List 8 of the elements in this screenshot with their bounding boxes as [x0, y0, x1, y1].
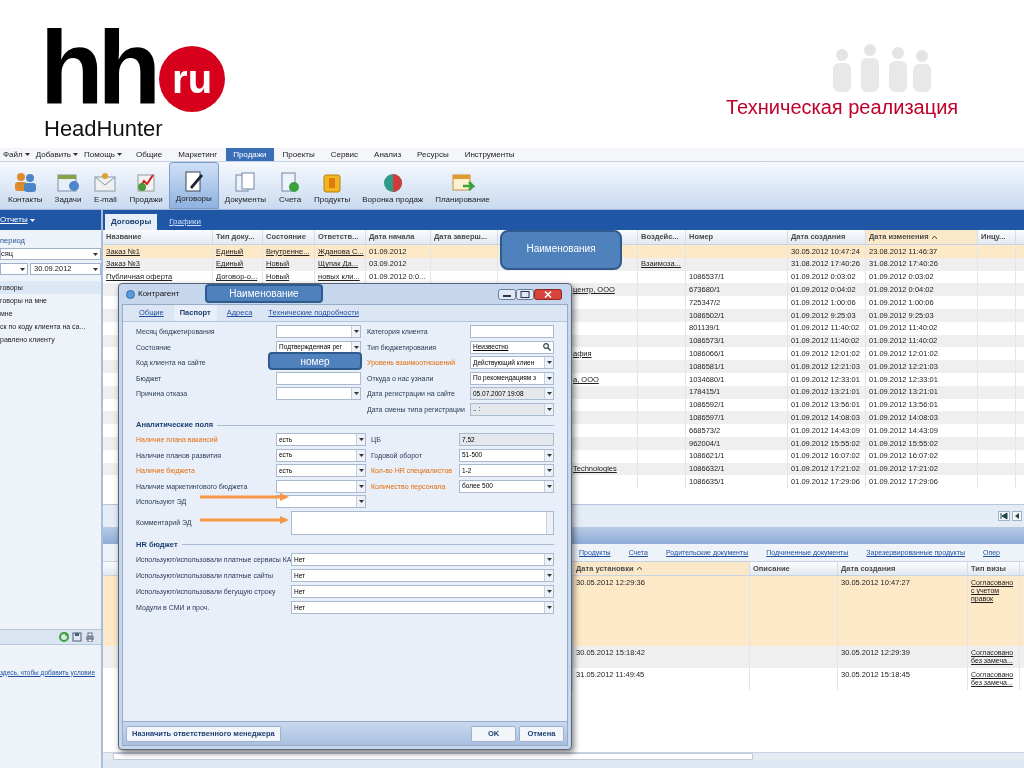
dialog-title: Контрагент — [138, 288, 180, 300]
callout: Наименование — [205, 284, 323, 303]
slide-title: Техническая реализация — [726, 95, 959, 120]
callout: номер — [268, 352, 362, 370]
logo-caption: HeadHunter — [44, 116, 163, 142]
logo-text: hh — [40, 22, 156, 112]
callout: Наименования — [500, 230, 622, 270]
logo-badge: ru — [159, 46, 226, 112]
